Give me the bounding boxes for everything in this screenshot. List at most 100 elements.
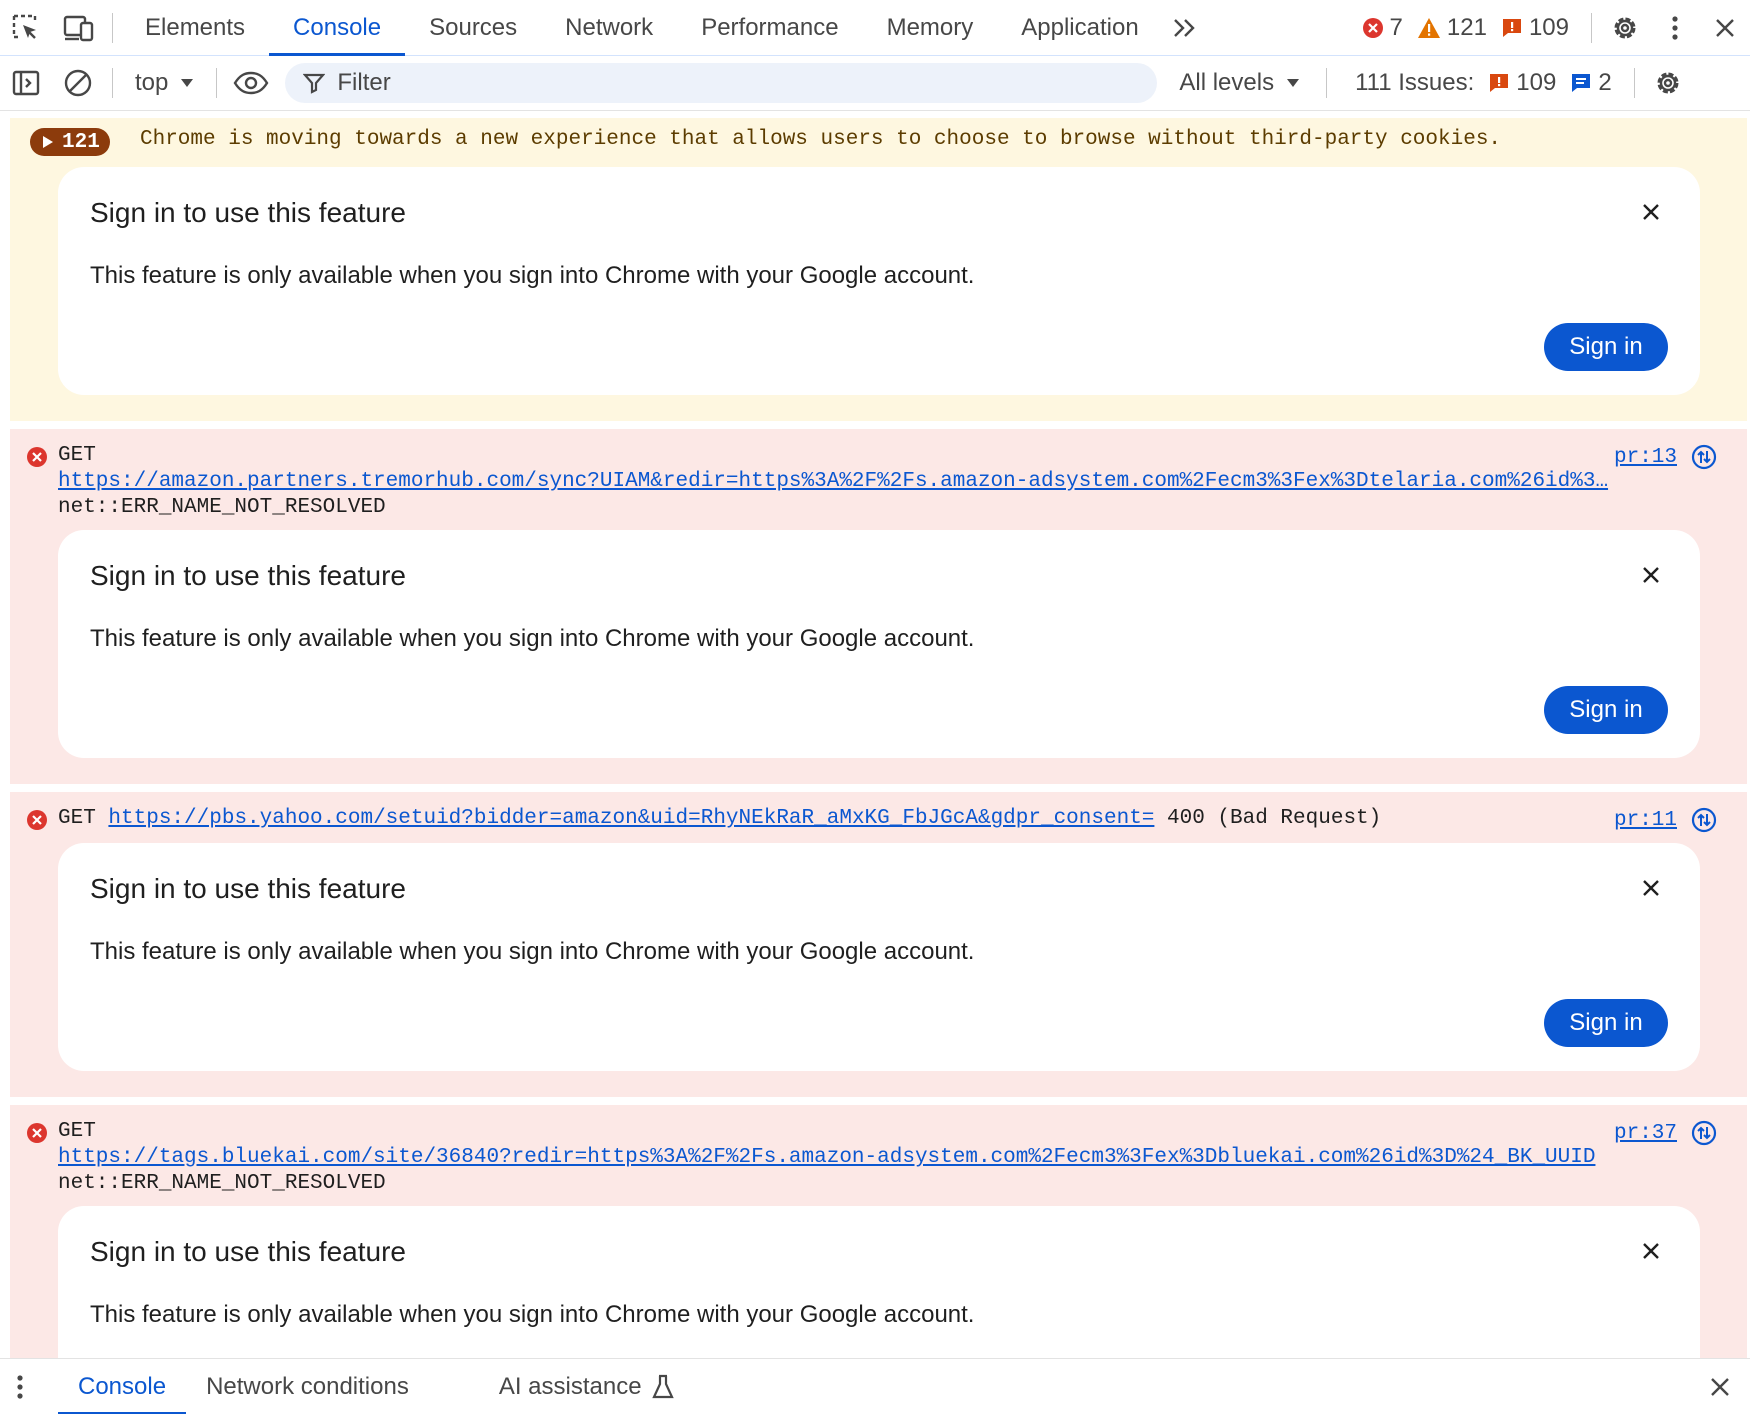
request-url: https://tags.bluekai.com/site/36840?redi…	[58, 1146, 1698, 1169]
info-message-icon	[1572, 74, 1591, 92]
network-request-icon[interactable]	[1691, 1120, 1717, 1146]
warning-counter[interactable]: 121	[1417, 14, 1487, 42]
source-link[interactable]: pr:13	[1614, 446, 1677, 469]
more-options-icon[interactable]	[1650, 0, 1700, 56]
request-method: GET	[58, 1120, 96, 1143]
request-line: GET https://pbs.yahoo.com/setuid?bidder=…	[58, 807, 1381, 830]
divider	[112, 68, 113, 98]
tab-network[interactable]: Network	[541, 0, 677, 56]
warning-count: 121	[1446, 13, 1487, 41]
warning-icon	[1417, 17, 1440, 38]
tab-elements[interactable]: Elements	[121, 0, 269, 56]
close-icon[interactable]	[1636, 560, 1666, 590]
tab-label: Console	[293, 13, 382, 41]
message-counters[interactable]: 7 121 109	[1362, 0, 1583, 56]
issue-icon	[1490, 74, 1509, 92]
caret-down-icon	[181, 79, 194, 87]
error-icon	[27, 810, 47, 830]
request-url-link[interactable]: https://pbs.yahoo.com/setuid?bidder=amaz…	[108, 807, 1154, 830]
signin-card-description: This feature is only available when you …	[90, 625, 975, 652]
signin-card-description: This feature is only available when you …	[90, 262, 975, 289]
error-counter[interactable]: 7	[1362, 14, 1403, 42]
clear-console-icon[interactable]	[52, 55, 104, 111]
filter-input[interactable]	[337, 69, 1118, 97]
signin-card: Sign in to use this feature This feature…	[58, 167, 1700, 395]
tab-label: Application	[1021, 13, 1139, 41]
message-source: pr:37	[1614, 1120, 1717, 1146]
context-selector[interactable]: top	[121, 69, 208, 97]
drawer-menu-icon[interactable]	[0, 1359, 40, 1414]
drawer-tab-ai-assistance[interactable]: AI assistance	[479, 1359, 694, 1414]
tab-application[interactable]: Application	[997, 0, 1162, 56]
message-source: pr:11	[1614, 807, 1717, 833]
request-url-link[interactable]: https://tags.bluekai.com/site/36840?redi…	[58, 1146, 1595, 1169]
signin-card: Sign in to use this feature This feature…	[58, 1206, 1700, 1358]
caret-down-icon	[1287, 79, 1300, 87]
tab-memory[interactable]: Memory	[863, 0, 998, 56]
tab-label: Network	[565, 13, 654, 41]
divider	[1326, 68, 1328, 98]
signin-card-description: This feature is only available when you …	[90, 1301, 975, 1328]
close-devtools-icon[interactable]	[1700, 0, 1750, 56]
sign-in-button[interactable]: Sign in	[1544, 686, 1668, 734]
bottom-drawer: Console Network conditions AI assistance	[0, 1358, 1750, 1414]
tab-label: Sources	[429, 13, 518, 41]
signin-card-title: Sign in to use this feature	[90, 197, 406, 228]
console-toolbar: top All levels 111 Issues: 109 2	[0, 56, 1750, 111]
tab-sources[interactable]: Sources	[405, 0, 541, 56]
error-count: 7	[1389, 13, 1403, 41]
main-tab-bar: Elements Console Sources Network Perform…	[0, 0, 1750, 56]
divider	[1633, 68, 1635, 98]
tab-console[interactable]: Console	[269, 0, 406, 56]
error-icon	[1362, 17, 1383, 38]
divider	[1591, 12, 1592, 43]
drawer-tab-network-conditions[interactable]: Network conditions	[186, 1359, 429, 1414]
live-expression-eye-icon[interactable]	[225, 55, 277, 111]
warning-message-group: 121 Chrome is moving towards a new exper…	[10, 118, 1747, 421]
error-icon	[27, 447, 47, 467]
error-message: GET https://pbs.yahoo.com/setuid?bidder=…	[10, 792, 1747, 1097]
source-link[interactable]: pr:37	[1614, 1122, 1677, 1145]
sign-in-button[interactable]: Sign in	[1544, 999, 1668, 1047]
toggle-sidebar-icon[interactable]	[0, 55, 52, 111]
divider	[112, 12, 113, 43]
drawer-tab-label: Network conditions	[206, 1372, 409, 1400]
context-value: top	[135, 69, 169, 96]
drawer-tab-console[interactable]: Console	[58, 1359, 187, 1414]
error-detail: net::ERR_NAME_NOT_RESOLVED	[58, 1172, 386, 1195]
error-message: GET pr:13 https://amazon.partners.tremor…	[10, 429, 1747, 784]
signin-card-description: This feature is only available when you …	[90, 938, 975, 965]
info-count: 2	[1598, 69, 1612, 96]
warning-group-count: 121	[62, 130, 100, 154]
warning-group-badge[interactable]: 121	[30, 128, 110, 156]
signin-card-title: Sign in to use this feature	[90, 873, 406, 904]
more-tabs-icon[interactable]	[1163, 0, 1207, 56]
source-link[interactable]: pr:11	[1614, 809, 1677, 832]
message-source: pr:13	[1614, 444, 1717, 470]
drawer-tab-label: AI assistance	[498, 1372, 642, 1400]
request-method: GET	[58, 444, 96, 467]
tab-performance[interactable]: Performance	[677, 0, 862, 56]
tab-label: Elements	[145, 13, 246, 41]
device-toolbar-icon[interactable]	[52, 0, 104, 56]
drawer-tab-label: Console	[78, 1372, 167, 1400]
request-url-link[interactable]: https://amazon.partners.tremorhub.com/sy…	[58, 470, 1608, 493]
issues-button[interactable]: 111 Issues: 109 2	[1335, 56, 1626, 111]
inspect-element-icon[interactable]	[0, 0, 52, 56]
close-drawer-icon[interactable]	[1690, 1359, 1750, 1414]
log-levels-dropdown[interactable]: All levels	[1157, 69, 1318, 97]
close-icon[interactable]	[1636, 197, 1666, 227]
network-request-icon[interactable]	[1691, 444, 1717, 470]
error-icon	[27, 1123, 47, 1143]
issues-counter[interactable]: 109	[1501, 14, 1569, 42]
expand-triangle-icon	[43, 136, 53, 148]
error-detail: net::ERR_NAME_NOT_RESOLVED	[58, 496, 386, 519]
settings-icon[interactable]	[1600, 0, 1650, 56]
sign-in-button[interactable]: Sign in	[1544, 323, 1668, 371]
network-request-icon[interactable]	[1691, 807, 1717, 833]
signin-card-title: Sign in to use this feature	[90, 560, 406, 591]
console-settings-icon[interactable]	[1643, 55, 1693, 111]
filter-box[interactable]	[285, 63, 1158, 103]
close-icon[interactable]	[1636, 1236, 1666, 1266]
close-icon[interactable]	[1636, 873, 1666, 903]
